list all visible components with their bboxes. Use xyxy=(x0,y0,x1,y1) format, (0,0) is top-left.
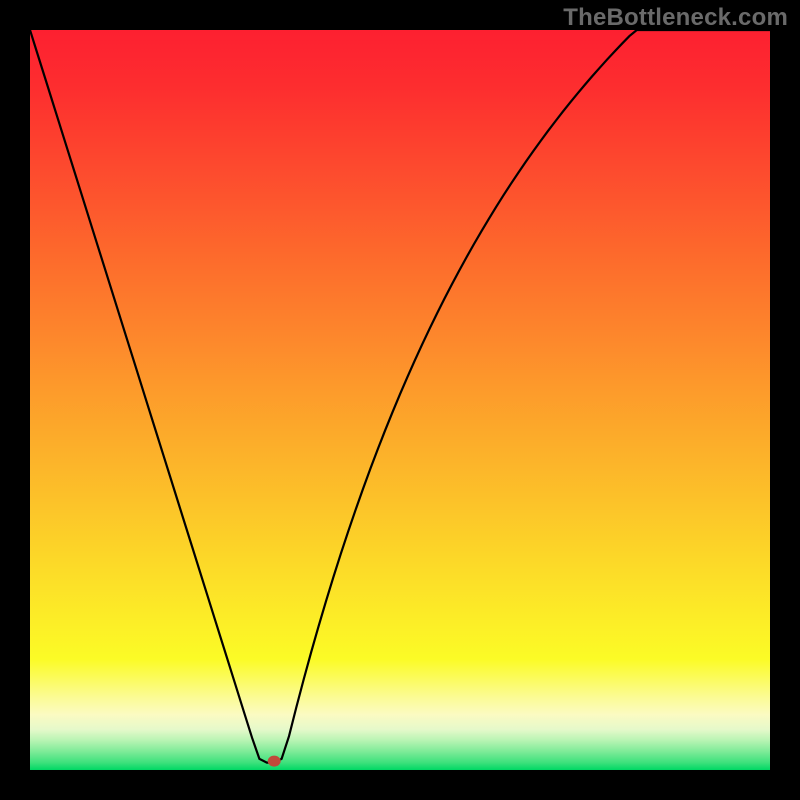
watermark-text: TheBottleneck.com xyxy=(563,4,788,32)
plot-area xyxy=(30,30,770,770)
chart-container: TheBottleneck.com xyxy=(0,0,800,800)
minimum-marker xyxy=(268,756,280,766)
gradient-background xyxy=(30,30,770,770)
chart-svg xyxy=(30,30,770,770)
